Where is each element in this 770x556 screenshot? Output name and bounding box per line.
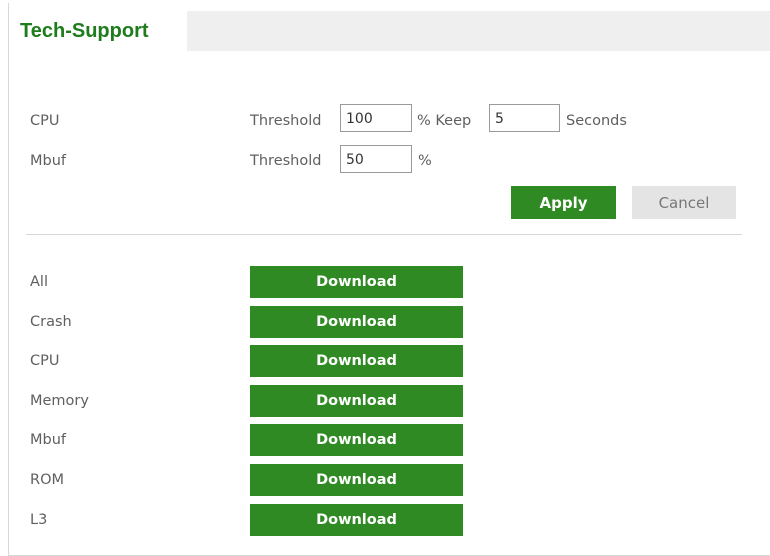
download-row-label: L3 — [30, 512, 48, 528]
mbuf-percent-label: % — [418, 153, 432, 169]
download-row-label: Memory — [30, 393, 89, 409]
download-l3-button[interactable]: Download — [250, 504, 463, 536]
download-rom-button[interactable]: Download — [250, 464, 463, 496]
download-row-label: CPU — [30, 353, 60, 369]
download-mbuf-button[interactable]: Download — [250, 424, 463, 456]
tab-tech-support[interactable]: Tech-Support — [9, 11, 187, 52]
tab-tech-support-label: Tech-Support — [20, 20, 149, 42]
top-strip — [0, 0, 770, 3]
download-row-label: Mbuf — [30, 432, 67, 448]
download-crash-button[interactable]: Download — [250, 306, 463, 338]
download-row-label: ROM — [30, 472, 64, 488]
cpu-percent-keep-label: % Keep — [417, 113, 472, 129]
mbuf-threshold-input[interactable] — [340, 145, 412, 173]
cpu-keep-seconds-input[interactable] — [489, 104, 560, 132]
download-row-label: All — [30, 274, 48, 290]
download-row-label: Crash — [30, 314, 72, 330]
cpu-threshold-label: Threshold — [250, 113, 322, 129]
cancel-button[interactable]: Cancel — [632, 186, 736, 219]
cpu-threshold-input[interactable] — [340, 104, 412, 132]
mbuf-label: Mbuf — [30, 153, 67, 169]
section-divider — [26, 234, 742, 235]
apply-button[interactable]: Apply — [511, 186, 616, 219]
download-memory-button[interactable]: Download — [250, 385, 463, 417]
download-cpu-button[interactable]: Download — [250, 345, 463, 377]
cpu-seconds-label: Seconds — [566, 113, 627, 129]
mbuf-threshold-label: Threshold — [250, 153, 322, 169]
download-all-button[interactable]: Download — [250, 266, 463, 298]
cpu-label: CPU — [30, 113, 60, 129]
